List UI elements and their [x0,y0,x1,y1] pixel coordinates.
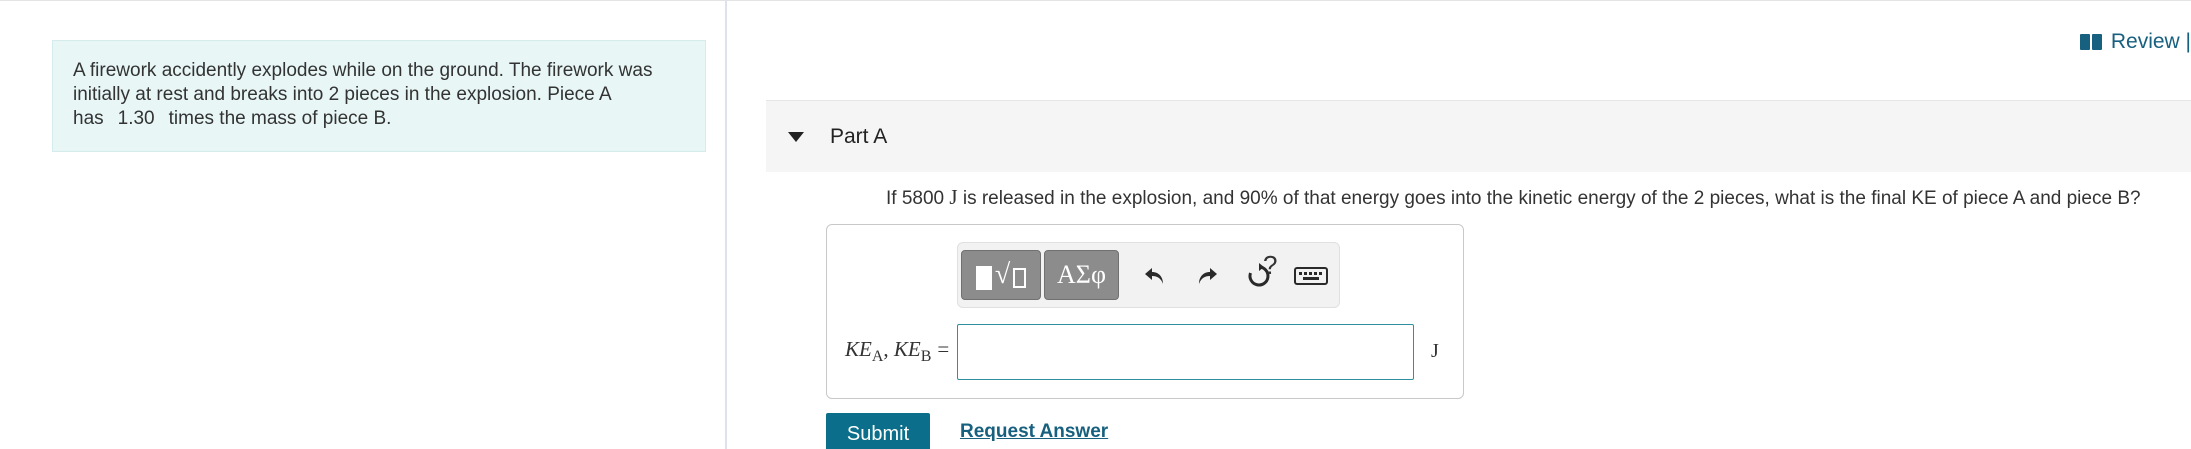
equals-sign: = [937,337,950,361]
review-link[interactable]: Review | [2079,30,2191,54]
caret-down-icon[interactable] [788,132,804,142]
page: A firework accidently explodes while on … [0,0,2191,449]
column-divider [725,0,727,449]
book-icon [2079,34,2102,50]
redo-icon[interactable] [1189,258,1225,294]
question-post: is released in the explosion, and 90% of… [957,188,2141,209]
mass-ratio-value: 1.30 [117,108,155,129]
request-answer-link[interactable]: Request Answer [960,421,1108,443]
question-text: If 5800 J is released in the explosion, … [886,185,2141,210]
part-title: Part A [830,125,888,148]
intro-line-3: has 1.30 times the mass of piece B. [73,107,685,131]
problem-intro: A firework accidently explodes while on … [52,40,706,152]
ke-b-subscript: B [920,348,932,366]
submit-button[interactable]: Submit [826,413,930,449]
question-pre: If 5800 [886,188,950,209]
answer-box: √ ΑΣφ ? KEA, KEB = J [826,224,1464,399]
top-rule [0,0,2191,1]
answer-label: KEA, KEB = [845,337,949,366]
ke-b-var: KE [893,337,921,361]
review-label: Review | [2110,30,2191,53]
keyboard-icon[interactable] [1293,258,1329,294]
answer-unit: J [1431,340,1439,362]
math-toolbar: √ ΑΣφ [957,242,1340,308]
intro-line-3-post: times the mass of piece B. [168,108,392,129]
ke-a-var: KE [845,337,872,361]
help-icon: ? [1263,250,1278,280]
part-header[interactable]: Part A [766,100,2191,172]
intro-line-2: initially at rest and breaks into 2 piec… [73,84,612,105]
answer-input[interactable] [957,324,1414,380]
help-button[interactable]: ? [1263,250,1277,281]
intro-line-3-pre: has [73,108,104,129]
ke-a-subscript: A [871,348,884,366]
intro-line-1: A firework accidently explodes while on … [73,60,653,81]
templates-button[interactable]: √ [961,250,1041,300]
templates-icon: √ [975,260,1027,290]
answer-label-comma: , [883,337,894,361]
question-unit: J [949,185,958,209]
undo-icon[interactable] [1137,258,1173,294]
symbols-button[interactable]: ΑΣφ [1044,250,1119,300]
